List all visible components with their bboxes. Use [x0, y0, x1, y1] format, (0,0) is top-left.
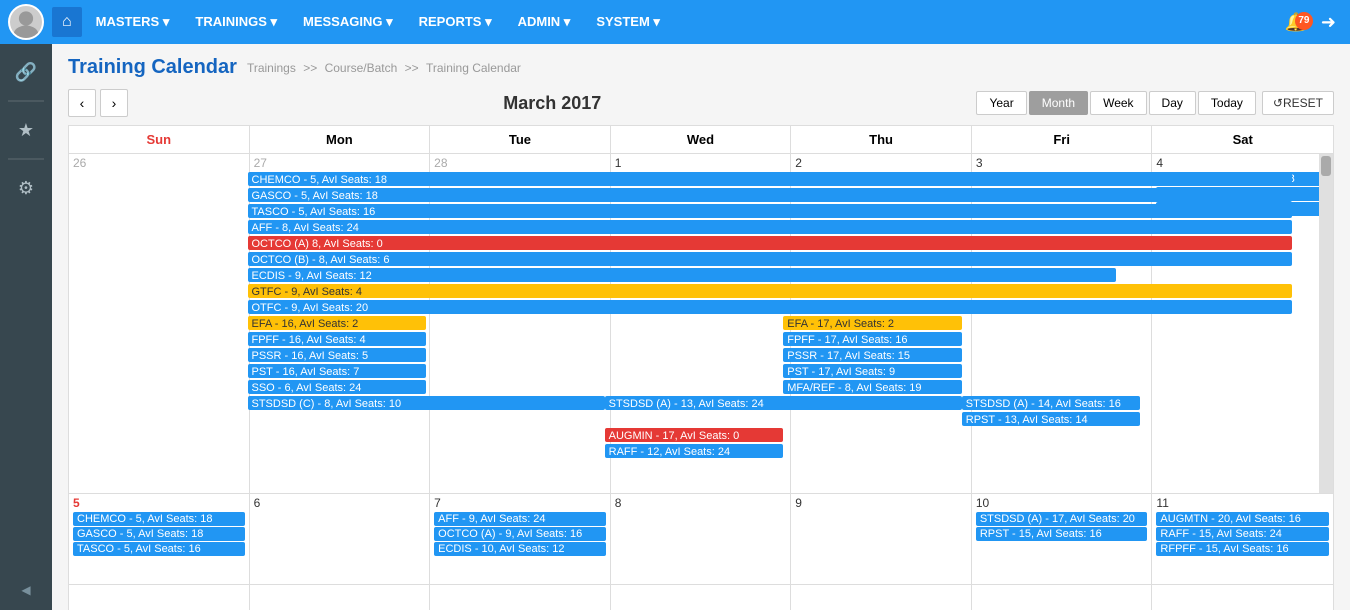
breadcrumb: Trainings >> Course/Batch >> Training Ca…	[245, 61, 523, 75]
event-r2-chemco[interactable]: CHEMCO - 5, AvI Seats: 18	[73, 512, 245, 526]
notification-count: 79	[1295, 12, 1313, 30]
header-wed: Wed	[611, 126, 792, 153]
date-mar10: 10	[976, 496, 1148, 510]
event-r2-gasco[interactable]: GASCO - 5, AvI Seats: 18	[73, 527, 245, 541]
calendar-toolbar: ‹ › March 2017 Year Month Week Day Today…	[68, 89, 1334, 117]
cell-mar1: 1	[611, 154, 792, 493]
date-mar9: 9	[795, 496, 967, 510]
admin-menu[interactable]: ADMIN ▾	[506, 8, 583, 36]
date-mar6: 6	[254, 496, 426, 510]
cell-mar16	[791, 585, 972, 610]
cell-mar5: 5 CHEMCO - 5, AvI Seats: 18 GASCO - 5, A…	[69, 494, 250, 584]
calendar-row-1: 26 27 28 1 2	[69, 154, 1333, 494]
reports-menu[interactable]: REPORTS ▾	[407, 8, 504, 36]
cell-mar18	[1152, 585, 1333, 610]
event-raff-13[interactable]: RAFF - 13, AvI Seats: 24	[1156, 187, 1328, 201]
calendar-header: Sun Mon Tue Wed Thu Fri Sat	[69, 126, 1333, 154]
sidebar-item-favorite[interactable]: ★	[6, 110, 46, 150]
date-mar1: 1	[615, 156, 787, 170]
cell-mar12	[69, 585, 250, 610]
cell-mar8: 8	[611, 494, 792, 584]
home-button[interactable]: ⌂	[52, 7, 82, 37]
sidebar-item-link[interactable]: 🔗	[6, 52, 46, 92]
sidebar-collapse-btn[interactable]: ◀	[6, 570, 46, 610]
sidebar-item-settings[interactable]: ⚙	[6, 168, 46, 208]
page-header: Training Calendar Trainings >> Course/Ba…	[68, 56, 1334, 79]
date-mar4: 4	[1156, 156, 1328, 170]
event-augmtn-18[interactable]: AUGMTN - 18, AvI Seats: 8	[1156, 172, 1328, 186]
user-avatar[interactable]	[8, 4, 44, 40]
top-nav: ⌂ MASTERS ▾ TRAININGS ▾ MESSAGING ▾ REPO…	[0, 0, 1350, 44]
date-mar7: 7	[434, 496, 606, 510]
messaging-menu[interactable]: MESSAGING ▾	[291, 8, 405, 36]
event-rfpff-13[interactable]: RFPFF - 13, AvI Seats: 14	[1156, 202, 1328, 216]
date-feb26: 26	[73, 156, 245, 170]
cell-mar2: 2	[791, 154, 972, 493]
view-year[interactable]: Year	[976, 91, 1026, 115]
date-mar8: 8	[615, 496, 787, 510]
event-r2-rfpff15[interactable]: RFPFF - 15, AvI Seats: 16	[1156, 542, 1329, 556]
calendar-row-2: 5 CHEMCO - 5, AvI Seats: 18 GASCO - 5, A…	[69, 494, 1333, 585]
cell-mar3: 3	[972, 154, 1153, 493]
breadcrumb-trainings[interactable]: Trainings	[247, 61, 296, 75]
system-menu[interactable]: SYSTEM ▾	[584, 8, 672, 36]
event-r2-raff15[interactable]: RAFF - 15, AvI Seats: 24	[1156, 527, 1329, 541]
view-week[interactable]: Week	[1090, 91, 1146, 115]
cell-mar13	[250, 585, 431, 610]
event-r2-tasco[interactable]: TASCO - 5, AvI Seats: 16	[73, 542, 245, 556]
cell-mar11: 11 AUGMTN - 20, AvI Seats: 16 RAFF - 15,…	[1152, 494, 1333, 584]
cell-mar4: 4 AUGMTN - 18, AvI Seats: 8 RAFF - 13, A…	[1152, 154, 1333, 493]
header-sat: Sat	[1152, 126, 1333, 153]
cell-feb28: 28	[430, 154, 611, 493]
header-thu: Thu	[791, 126, 972, 153]
cell-mar7: 7 AFF - 9, AvI Seats: 24 OCTCO (A) - 9, …	[430, 494, 611, 584]
masters-menu[interactable]: MASTERS ▾	[84, 8, 182, 36]
header-fri: Fri	[972, 126, 1153, 153]
header-sun: Sun	[69, 126, 250, 153]
view-buttons: Year Month Week Day Today ↺RESET	[976, 91, 1334, 115]
cell-mar15	[611, 585, 792, 610]
event-r2-rpst15[interactable]: RPST - 15, AvI Seats: 16	[976, 527, 1148, 541]
cell-mar10: 10 STSDSD (A) - 17, AvI Seats: 20 RPST -…	[972, 494, 1153, 584]
event-r2-aff9[interactable]: AFF - 9, AvI Seats: 24	[434, 512, 606, 526]
cell-feb27: 27	[250, 154, 431, 493]
calendar-nav: ‹ ›	[68, 89, 128, 117]
event-r2-stsdsd17[interactable]: STSDSD (A) - 17, AvI Seats: 20	[976, 512, 1148, 526]
date-mar2: 2	[795, 156, 967, 170]
view-day[interactable]: Day	[1149, 91, 1196, 115]
main-content: Training Calendar Trainings >> Course/Ba…	[52, 44, 1350, 610]
logout-button[interactable]: ➜	[1315, 6, 1342, 39]
prev-button[interactable]: ‹	[68, 89, 96, 117]
cell-mar6: 6	[250, 494, 431, 584]
event-r2-ecdis10[interactable]: ECDIS - 10, AvI Seats: 12	[434, 542, 606, 556]
event-r2-augmtn20[interactable]: AUGMTN - 20, AvI Seats: 16	[1156, 512, 1329, 526]
header-tue: Tue	[430, 126, 611, 153]
sidebar-divider-2	[8, 158, 44, 160]
reset-button[interactable]: ↺RESET	[1262, 91, 1334, 115]
calendar-title: March 2017	[503, 93, 601, 114]
sidebar: 🔗 ★ ⚙ ◀	[0, 44, 52, 610]
breadcrumb-coursebatch[interactable]: Course/Batch	[325, 61, 398, 75]
date-mar5: 5	[73, 496, 245, 510]
trainings-menu[interactable]: TRAININGS ▾	[183, 8, 289, 36]
sidebar-divider	[8, 100, 44, 102]
event-r2-octco9[interactable]: OCTCO (A) - 9, AvI Seats: 16	[434, 527, 606, 541]
date-feb28: 28	[434, 156, 606, 170]
cell-mar14	[430, 585, 611, 610]
view-today[interactable]: Today	[1198, 91, 1256, 115]
date-feb27: 27	[254, 156, 426, 170]
next-button[interactable]: ›	[100, 89, 128, 117]
date-mar3: 3	[976, 156, 1148, 170]
notification-bell[interactable]: 🔔 79	[1278, 12, 1312, 33]
cell-feb26: 26	[69, 154, 250, 493]
cell-mar9: 9	[791, 494, 972, 584]
calendar-grid: Sun Mon Tue Wed Thu Fri Sat 26	[68, 125, 1334, 610]
page-title: Training Calendar	[68, 56, 237, 79]
view-month[interactable]: Month	[1029, 91, 1088, 115]
breadcrumb-calendar[interactable]: Training Calendar	[426, 61, 521, 75]
cell-mar17	[972, 585, 1153, 610]
date-mar11: 11	[1156, 496, 1329, 510]
header-mon: Mon	[250, 126, 431, 153]
calendar-row-3	[69, 585, 1333, 610]
